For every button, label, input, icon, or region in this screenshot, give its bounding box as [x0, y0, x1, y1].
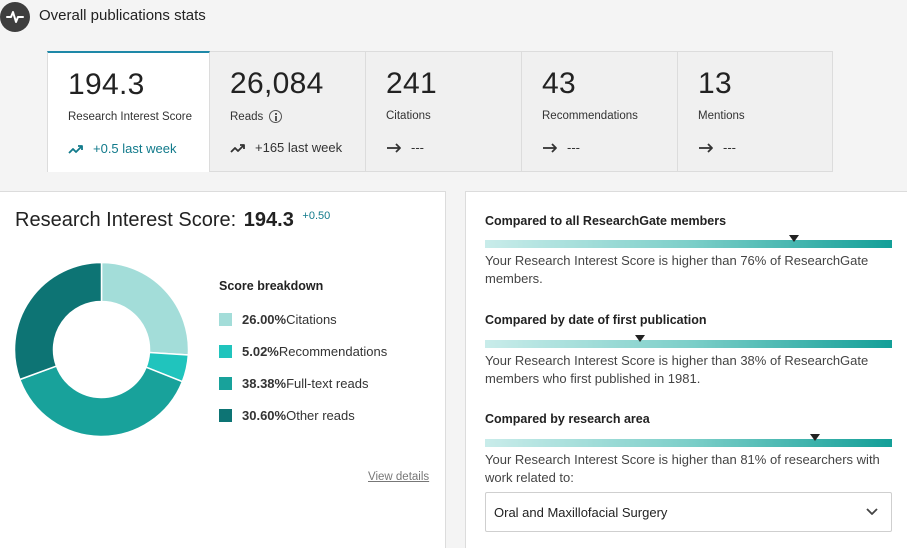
comparison-title: Compared to all ResearchGate members [485, 214, 727, 228]
arrow-right-icon [699, 142, 713, 153]
stat-trend: +0.5 last week [68, 141, 176, 156]
ris-title-text: Research Interest Score: [15, 209, 237, 231]
comparison-title: Compared by research area [485, 412, 650, 426]
stat-label: Mentions [698, 110, 745, 122]
ris-heading: Research Interest Score: 194.3 +0.50 [15, 209, 330, 232]
stat-value: 43 [542, 67, 576, 100]
legend-label: Other reads [286, 408, 355, 423]
score-panel: Research Interest Score: 194.3 +0.50 Sco… [0, 191, 446, 548]
breakdown-title: Score breakdown [219, 279, 324, 293]
stat-value: 194.3 [68, 68, 145, 101]
legend-item-other-reads: 30.60% Other reads [219, 408, 355, 423]
slice-full-text-reads [18, 365, 184, 437]
percentile-marker [809, 434, 820, 441]
stat-trend-text: +0.5 last week [93, 141, 177, 156]
tab-mentions[interactable]: 13 Mentions --- [678, 51, 833, 172]
tab-citations[interactable]: 241 Citations --- [366, 51, 522, 172]
slice-citations [100, 262, 189, 356]
stat-trend-text: +165 last week [255, 140, 343, 155]
legend-pct: 30.60% [242, 408, 287, 423]
stats-tabs: 194.3 Research Interest Score +0.5 last … [47, 51, 833, 172]
legend-label: Citations [286, 312, 337, 327]
stat-label: Recommendations [542, 110, 638, 122]
comparison-title: Compared by date of first publication [485, 313, 707, 327]
percentile-marker [789, 235, 800, 242]
comparison-panel: Compared to all ResearchGate members You… [465, 191, 907, 548]
trending-up-icon [68, 144, 83, 154]
legend-swatch [219, 409, 232, 422]
tab-research-interest-score[interactable]: 194.3 Research Interest Score +0.5 last … [47, 51, 210, 172]
legend-label: Recommendations [278, 344, 388, 359]
stat-label: Reads [230, 110, 283, 123]
legend-swatch [219, 313, 232, 326]
stat-value: 241 [386, 67, 437, 100]
stat-label: Research Interest Score [68, 111, 193, 123]
stat-trend-text: --- [411, 140, 424, 155]
arrow-right-icon [387, 142, 401, 153]
chevron-down-icon [866, 508, 878, 515]
legend-swatch [219, 377, 232, 390]
comparison-text: Your Research Interest Score is higher t… [485, 452, 880, 485]
research-area-select[interactable]: Oral and Maxillofacial Surgery [485, 492, 892, 532]
legend-label: Full-text reads [286, 376, 369, 391]
research-area-value: Oral and Maxillofacial Surgery [494, 505, 668, 520]
page-header: Overall publications stats [0, 0, 907, 34]
comparison-text: Your Research Interest Score is higher t… [485, 253, 869, 286]
legend-item-citations: 26.00% Citations [219, 312, 337, 327]
ris-value: 194.3 [243, 209, 294, 231]
stat-trend: --- [542, 140, 580, 155]
legend-swatch [219, 345, 232, 358]
page-title: Overall publications stats [39, 7, 206, 24]
tab-reads[interactable]: 26,084 Reads +165 last week [210, 51, 366, 172]
percentile-marker [634, 335, 645, 342]
percentile-bar [485, 335, 892, 348]
stat-value: 13 [698, 67, 732, 100]
legend-item-recommendations: 5.02% Recommendations [219, 344, 387, 359]
legend-pct: 38.38% [242, 376, 287, 391]
percentile-bar [485, 434, 892, 447]
stat-value: 26,084 [230, 67, 324, 100]
stat-trend-text: --- [567, 140, 580, 155]
stat-trend: --- [386, 140, 424, 155]
stat-trend-text: --- [723, 140, 736, 155]
stat-label-text: Reads [230, 110, 264, 123]
score-donut-chart [14, 262, 189, 437]
trending-up-icon [230, 143, 245, 153]
activity-icon [0, 2, 30, 32]
slice-other-reads [14, 262, 103, 381]
percentile-bar [485, 235, 892, 248]
stat-trend: --- [698, 140, 736, 155]
stat-trend: +165 last week [230, 140, 342, 155]
ris-delta: +0.50 [302, 210, 331, 222]
view-details-link[interactable]: View details [368, 471, 429, 483]
stat-label: Citations [386, 110, 431, 122]
legend-pct: 5.02% [242, 344, 279, 359]
legend-pct: 26.00% [242, 312, 287, 327]
legend-item-full-text-reads: 38.38% Full-text reads [219, 376, 368, 391]
tab-recommendations[interactable]: 43 Recommendations --- [522, 51, 678, 172]
info-icon[interactable] [269, 110, 283, 123]
comparison-text: Your Research Interest Score is higher t… [485, 353, 869, 386]
arrow-right-icon [543, 142, 557, 153]
